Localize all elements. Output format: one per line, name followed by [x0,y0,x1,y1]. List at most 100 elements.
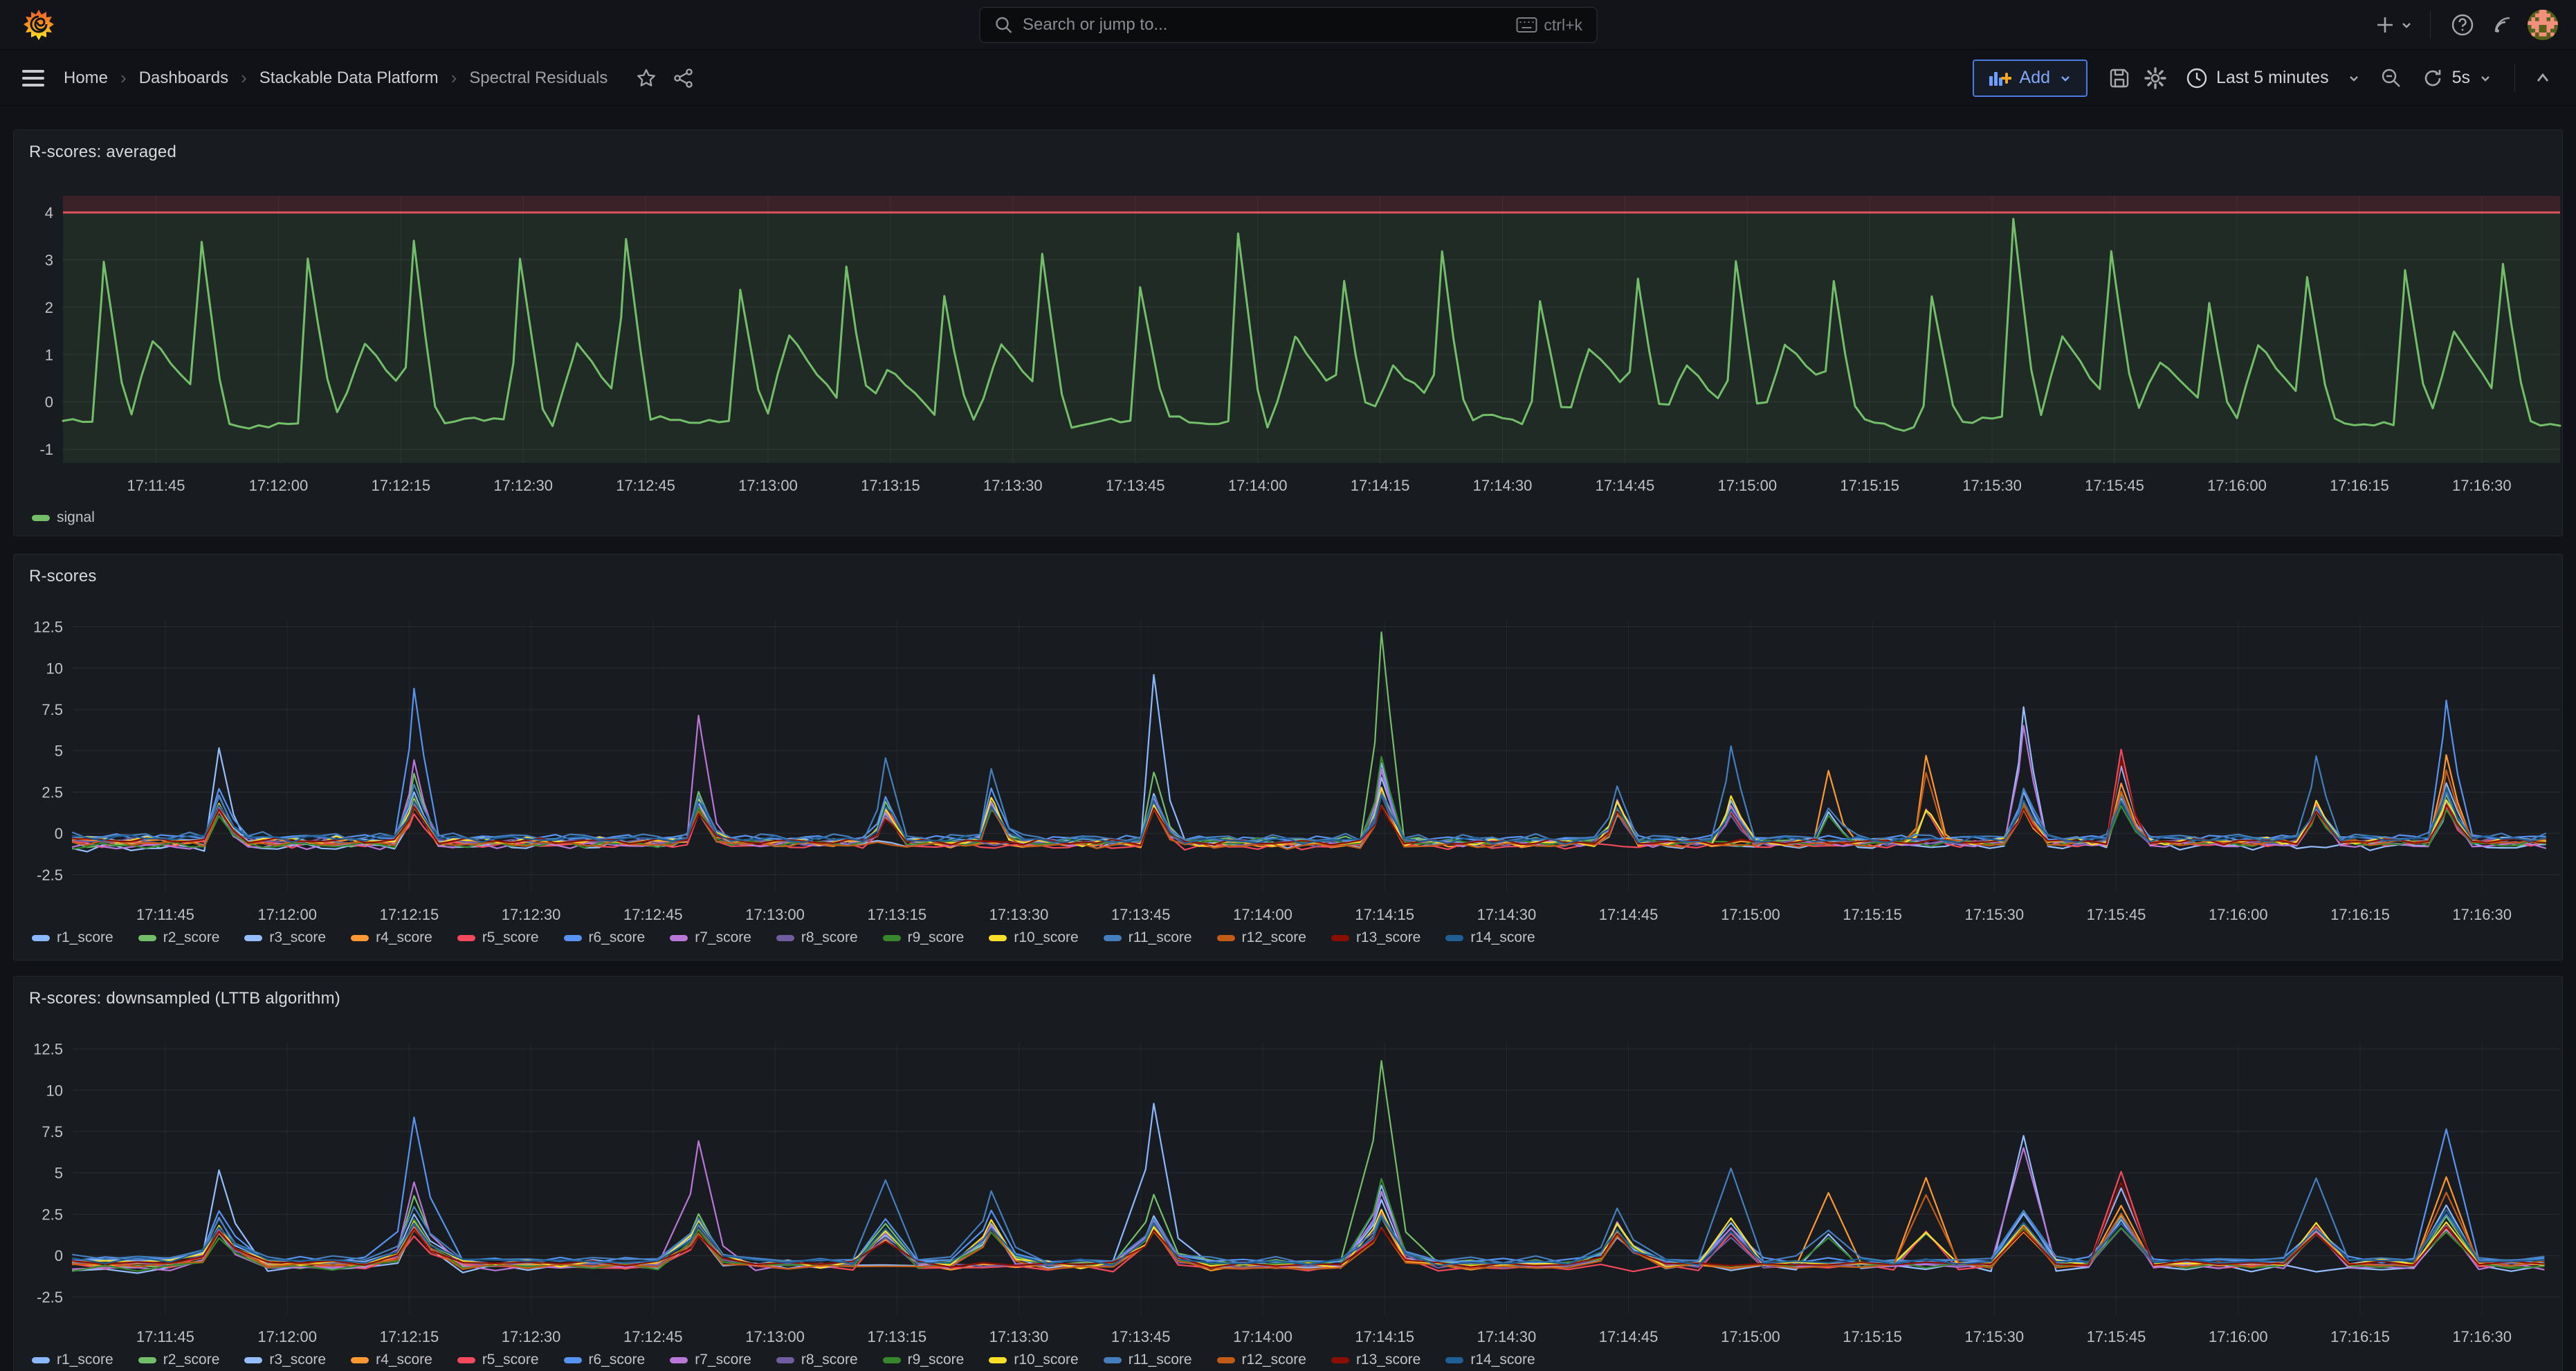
svg-text:17:16:15: 17:16:15 [2330,477,2389,494]
chevron-down-icon [2058,71,2072,85]
legend-item[interactable]: r5_score [457,929,539,946]
legend-color-swatch [138,1357,156,1363]
legend-label: r9_score [908,929,965,946]
legend-item[interactable]: r8_score [776,1352,858,1368]
legend-item[interactable]: r8_score [776,929,858,946]
svg-text:17:14:00: 17:14:00 [1233,906,1292,923]
breadcrumb-home[interactable]: Home [64,69,108,88]
svg-text:17:15:30: 17:15:30 [1964,906,2024,923]
legend-item[interactable]: r11_score [1104,1352,1192,1368]
svg-text:17:13:15: 17:13:15 [867,1328,926,1345]
svg-text:17:11:45: 17:11:45 [127,477,185,494]
legend-item[interactable]: r9_score [883,1352,965,1368]
svg-text:17:16:30: 17:16:30 [2452,477,2512,494]
legend-color-swatch [32,1357,50,1363]
legend-color-swatch [1445,935,1463,941]
svg-text:17:12:30: 17:12:30 [493,477,553,494]
legend-item[interactable]: r12_score [1217,1352,1306,1368]
panel-title[interactable]: R-scores: downsampled (LTTB algorithm) [29,989,340,1008]
legend-item[interactable]: r1_score [32,1352,113,1368]
svg-text:17:16:15: 17:16:15 [2330,1328,2390,1345]
svg-text:10: 10 [46,1082,63,1099]
svg-text:0: 0 [45,394,53,411]
svg-text:12.5: 12.5 [33,1041,63,1058]
breadcrumb: Home › Dashboards › Stackable Data Platf… [64,63,699,93]
legend-item[interactable]: r11_score [1104,929,1192,946]
panel-title[interactable]: R-scores [29,567,97,586]
dashboard-settings-button[interactable] [2140,63,2171,93]
share-button[interactable] [668,63,699,93]
svg-text:0: 0 [55,825,63,842]
legend-item[interactable]: r3_score [244,929,326,946]
legend-item[interactable]: signal [32,509,95,526]
zoom-out-button[interactable] [2376,63,2406,93]
svg-text:17:15:30: 17:15:30 [1962,477,2022,494]
avatar-image [2528,10,2558,40]
hamburger-icon [21,68,45,89]
svg-text:17:12:15: 17:12:15 [380,1328,439,1345]
legend-color-swatch [32,515,50,521]
legend-item[interactable]: r14_score [1445,929,1535,946]
legend-item[interactable]: r4_score [351,929,432,946]
time-series-chart[interactable]: 12.5107.552.50-2.517:11:4517:12:0017:12:… [15,596,2563,928]
panel-title[interactable]: R-scores: averaged [29,143,176,162]
legend-color-swatch [457,935,475,941]
legend-item[interactable]: r12_score [1217,929,1306,946]
favorite-button[interactable] [631,63,661,93]
legend-label: r7_score [695,1352,751,1368]
zoom-out-icon [2380,67,2402,89]
legend-item[interactable]: r5_score [457,1352,539,1368]
news-button[interactable] [2487,10,2518,40]
save-dashboard-button[interactable] [2104,63,2135,93]
svg-text:17:15:30: 17:15:30 [1964,1328,2024,1345]
svg-text:17:13:15: 17:13:15 [861,477,920,494]
legend-item[interactable]: r7_score [670,1352,751,1368]
legend-label: r12_score [1242,929,1306,946]
legend-item[interactable]: r3_score [244,1352,326,1368]
plus-icon [2375,15,2395,35]
svg-text:17:16:15: 17:16:15 [2330,906,2390,923]
legend-item[interactable]: r14_score [1445,1352,1535,1368]
breadcrumb-dashboards[interactable]: Dashboards [139,69,228,88]
legend-color-swatch [883,1357,901,1363]
legend-item[interactable]: r7_score [670,929,751,946]
time-series-chart[interactable]: 43210-117:11:4517:12:0017:12:1517:12:301… [15,172,2563,504]
user-avatar[interactable] [2528,10,2558,40]
time-range-picker[interactable]: Last 5 minutes [2176,60,2371,97]
legend-color-swatch [1104,1357,1122,1363]
grafana-logo-icon[interactable] [24,9,54,41]
legend-item[interactable]: r6_score [564,1352,646,1368]
search-icon [994,15,1013,35]
add-button[interactable]: Add [1973,60,2088,97]
legend-item[interactable]: r10_score [989,1352,1078,1368]
gear-icon [2144,66,2167,90]
breadcrumb-folder[interactable]: Stackable Data Platform [259,69,439,88]
legend-color-swatch [1217,935,1235,941]
legend-item[interactable]: r1_score [32,929,113,946]
svg-text:17:12:45: 17:12:45 [623,1328,683,1345]
legend-item[interactable]: r6_score [564,929,646,946]
legend-item[interactable]: r4_score [351,1352,432,1368]
search-input[interactable]: Search or jump to... ctrl+k [979,7,1597,43]
legend-label: r5_score [482,929,539,946]
svg-text:17:12:00: 17:12:00 [257,1328,317,1345]
refresh-picker[interactable]: 5s [2412,60,2502,97]
legend-item[interactable]: r2_score [138,1352,220,1368]
legend-label: r4_score [376,1352,432,1368]
mega-menu-button[interactable] [18,63,48,93]
legend-item[interactable]: r2_score [138,929,220,946]
legend-label: r8_score [801,1352,858,1368]
legend-item[interactable]: r13_score [1331,1352,1421,1368]
kiosk-mode-button[interactable] [2528,63,2558,93]
svg-text:17:12:00: 17:12:00 [249,477,309,494]
help-button[interactable] [2447,10,2478,40]
legend-color-swatch [670,1357,688,1363]
time-series-chart[interactable]: 12.5107.552.50-2.517:11:4517:12:0017:12:… [15,1018,2563,1350]
svg-text:17:13:30: 17:13:30 [989,906,1049,923]
legend-item[interactable]: r10_score [989,929,1078,946]
legend-item[interactable]: r9_score [883,929,965,946]
legend-color-swatch [244,935,262,941]
new-menu-button[interactable] [2375,10,2413,40]
legend-item[interactable]: r13_score [1331,929,1421,946]
svg-text:17:14:15: 17:14:15 [1351,477,1410,494]
